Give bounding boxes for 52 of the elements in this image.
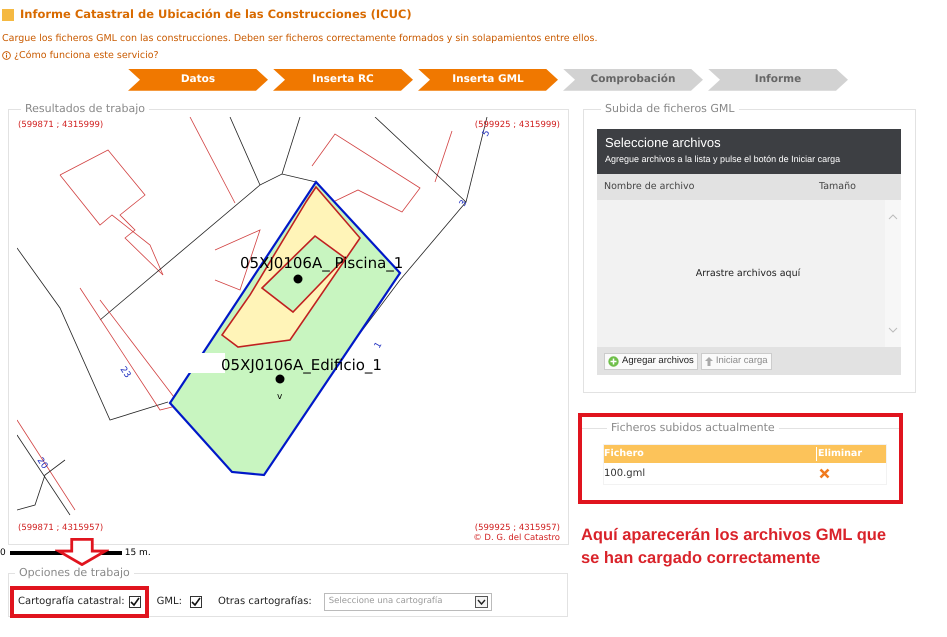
drop-hint: Arrastre archivos aquí xyxy=(696,266,800,281)
building-drawing[interactable] xyxy=(168,180,402,476)
info-icon xyxy=(2,51,11,60)
coordinate-label: (599925 ; 4315957) xyxy=(474,523,560,534)
scroll-down-icon[interactable] xyxy=(888,327,898,334)
wizard-step: Comprobación xyxy=(563,68,703,91)
wizard-step: Inserta RC xyxy=(273,68,413,91)
document-icon xyxy=(2,8,14,21)
annotation-text: Aquí aparecerán los archivos GML que se han cargado correctamente xyxy=(581,524,888,569)
parcel-number: 1 xyxy=(372,340,384,351)
field-label: Otras cartografías: xyxy=(218,595,312,610)
wizard-step: Inserta GML xyxy=(418,68,558,91)
column-header: Fichero xyxy=(604,447,645,462)
up-arrow-icon xyxy=(704,356,713,366)
section-legend: Resultados de trabajo xyxy=(21,100,150,118)
annotation-arrow xyxy=(55,538,109,566)
scale-label: 0 xyxy=(0,546,6,560)
scroll-up-icon[interactable] xyxy=(888,214,898,220)
table-cell-text: 100.gml xyxy=(604,467,646,482)
checkbox-label: Cartografía catastral: xyxy=(18,595,125,610)
section-legend: Opciones de trabajo xyxy=(15,565,134,582)
checkbox-label: GML: xyxy=(156,595,182,610)
uploader-title: Seleccione archivos xyxy=(605,134,722,152)
uploader-button[interactable]: Agregar archivos xyxy=(604,352,698,370)
feature-label: v xyxy=(277,392,282,402)
scrollbar[interactable] xyxy=(885,200,901,348)
uploader-subtitle: Agregue archivos a la lista y pulse el botón de Iniciar carga xyxy=(605,152,842,166)
parcel-number: 23 xyxy=(118,365,132,380)
parcel-number: 5 xyxy=(480,128,492,139)
plus-icon xyxy=(608,356,619,367)
parcel-number: 3 xyxy=(458,198,470,209)
wizard-step: Informe xyxy=(708,68,848,91)
point-marker-icon xyxy=(294,274,302,284)
coordinate-label: (599871 ; 4315957) xyxy=(18,523,104,534)
scale-label: 15 m. xyxy=(124,546,151,560)
page-title: Informe Catastral de Ubicación de las Construcciones (ICUC) xyxy=(20,6,412,23)
delete-icon[interactable] xyxy=(819,468,830,480)
column-header: Tamaño xyxy=(819,180,856,194)
map-select[interactable]: Seleccione una cartografía xyxy=(324,592,492,611)
column-header: Nombre de archivo xyxy=(604,180,696,194)
coordinate-label: (599871 ; 4315999) xyxy=(18,120,104,130)
help-link[interactable]: ¿Cómo funciona este servicio? xyxy=(2,48,159,63)
section-legend: Subida de ficheros GML xyxy=(601,100,739,118)
wizard-step: Datos xyxy=(128,68,268,91)
checkbox[interactable] xyxy=(190,596,202,608)
section-legend: Ficheros subidos actualmente xyxy=(607,420,779,436)
parcel-number: 20 xyxy=(34,456,50,472)
point-marker-icon xyxy=(276,374,284,384)
copyright-label: © D. G. del Catastro xyxy=(473,533,560,542)
checkbox[interactable] xyxy=(128,596,141,608)
column-header: Eliminar xyxy=(816,447,862,462)
page-description: Cargue los ficheros GML con las construcciones. Deben ser ficheros correctamente formados y sin solapamientos entre ellos. xyxy=(1,32,598,46)
